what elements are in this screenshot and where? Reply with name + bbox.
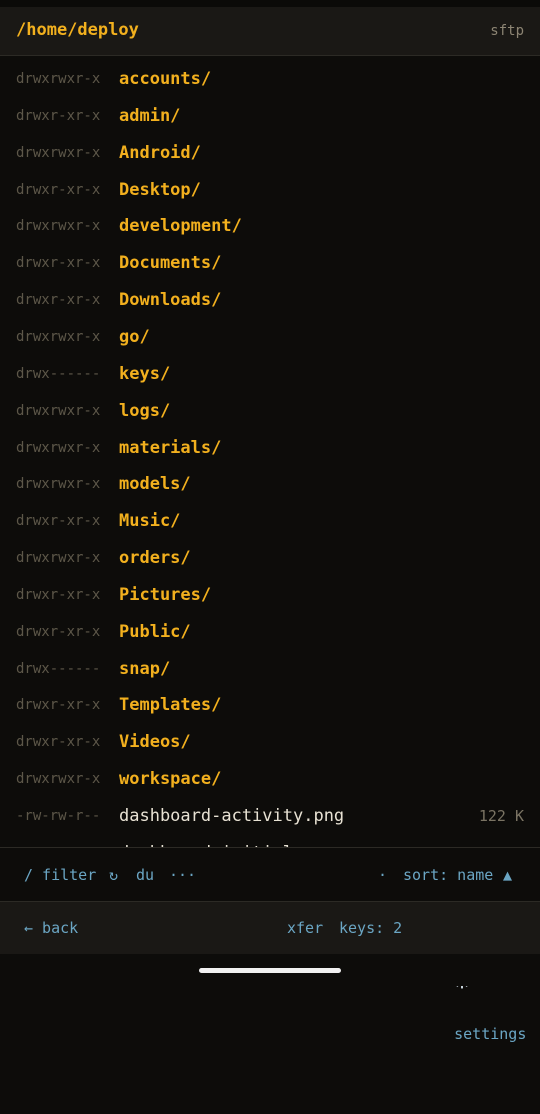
directory-row[interactable]: drwxr-xr-x Pictures/ [0,577,540,614]
directory-name[interactable]: workspace/ [119,761,221,798]
permissions-label: drwxr-xr-x [16,734,101,751]
more-icon[interactable]: ··· [169,848,196,902]
directory-name[interactable]: Videos/ [119,724,191,761]
permissions-label: drwxr-xr-x [16,697,101,714]
directory-name[interactable]: admin/ [119,98,180,135]
permissions-label: drwxrwxr-x [16,144,101,161]
directory-row[interactable]: drwxrwxr-x go/ [0,319,540,356]
directory-name[interactable]: Android/ [119,135,201,172]
settings-label: settings [454,1025,527,1043]
directory-name[interactable]: accounts/ [119,61,211,98]
permissions-label: -rw-rw-r-- [16,835,100,847]
directory-name[interactable]: Pictures/ [119,577,211,614]
permissions-label: drwxr-xr-x [16,255,101,272]
permissions-label: drwx------ [16,660,101,677]
directory-row[interactable]: drwxrwxr-x Android/ [0,135,540,172]
home-indicator[interactable] [199,968,341,973]
file-list: drwxrwxr-x accounts/drwxr-xr-x admin/drwxr… [0,56,540,847]
permissions-label: drwx------ [16,365,101,382]
directory-row[interactable]: drwxr-xr-x Desktop/ [0,172,540,209]
directory-row[interactable]: drwxr-xr-x admin/ [0,98,540,135]
filter-button[interactable]: / filter [24,848,96,902]
directory-row[interactable]: drwxrwxr-x models/ [0,466,540,503]
bottom-nav: ← back xfer keys: 2 settings [0,901,540,1043]
permissions-label: drwxrwxr-x [16,771,101,788]
permissions-label: drwxrwxr-x [16,328,101,345]
file-row[interactable]: -rw-rw-r-- dashboard-initial.png 98 K [0,835,540,847]
directory-row[interactable]: drwxr-xr-x Templates/ [0,687,540,724]
permissions-label: drwxr-xr-x [16,181,101,198]
permissions-label: drwxr-xr-x [16,292,101,309]
directory-row[interactable]: drwxrwxr-x development/ [0,208,540,245]
permissions-label: -rw-rw-r-- [16,808,101,824]
directory-row[interactable]: drwxrwxr-x materials/ [0,430,540,467]
permissions-label: drwxr-xr-x [16,586,101,603]
directory-row[interactable]: drwxrwxr-x orders/ [0,540,540,577]
du-button[interactable]: du [136,848,154,902]
status-bar [0,0,540,7]
permissions-label: drwxr-xr-x [16,513,101,530]
separator-dot: · [378,866,388,884]
directory-row[interactable]: drwxr-xr-x Videos/ [0,724,540,761]
permissions-label: drwxr-xr-x [16,107,101,124]
directory-name[interactable]: development/ [119,208,242,245]
directory-name[interactable]: logs/ [119,393,170,430]
directory-name[interactable]: materials/ [119,430,221,467]
directory-name[interactable]: Templates/ [119,687,221,724]
permissions-label: drwxrwxr-x [16,402,101,419]
back-button[interactable]: ← back [24,902,78,955]
directory-name[interactable]: snap/ [119,651,170,688]
file-size: 98 K [488,835,524,847]
directory-name[interactable]: go/ [119,319,150,356]
home-area [0,954,540,986]
directory-row[interactable]: drwxr-xr-x Documents/ [0,245,540,282]
settings-button[interactable]: settings [418,902,526,1114]
file-name[interactable]: dashboard-activity.png [119,798,344,835]
sort-button[interactable]: sort: name [403,848,493,902]
directory-row[interactable]: drwx------ snap/ [0,651,540,688]
directory-row[interactable]: drwxrwxr-x workspace/ [0,761,540,798]
current-path[interactable]: /home/deploy [16,7,139,53]
keys-button[interactable]: keys: 2 [339,902,402,955]
permissions-label: drwxrwxr-x [16,550,101,567]
directory-row[interactable]: drwxr-xr-x Music/ [0,503,540,540]
refresh-icon[interactable]: ↻ [109,848,118,902]
directory-row[interactable]: drwxr-xr-x Public/ [0,614,540,651]
file-row[interactable]: -rw-rw-r-- dashboard-activity.png 122 K [0,798,540,835]
directory-name[interactable]: Music/ [119,503,180,540]
permissions-label: drwxrwxr-x [16,218,101,235]
permissions-label: drwxrwxr-x [16,476,101,493]
directory-name[interactable]: keys/ [119,356,170,393]
file-name[interactable]: dashboard-initial.png [119,835,334,847]
directory-row[interactable]: drwx------ keys/ [0,356,540,393]
directory-row[interactable]: drwxr-xr-x Downloads/ [0,282,540,319]
directory-name[interactable]: Desktop/ [119,172,201,209]
toolbar: / filter ↻ du ··· · sort: name ▲ [0,847,540,902]
directory-name[interactable]: Downloads/ [119,282,221,319]
permissions-label: drwxr-xr-x [16,623,101,640]
directory-name[interactable]: Public/ [119,614,191,651]
permissions-label: drwxrwxr-x [16,439,101,456]
protocol-label: sftp [490,23,524,39]
directory-row[interactable]: drwxrwxr-x accounts/ [0,61,540,98]
sort-direction-icon[interactable]: ▲ [503,848,512,902]
directory-name[interactable]: models/ [119,466,191,503]
header-bar: /home/deploy sftp [0,7,540,56]
directory-name[interactable]: Documents/ [119,245,221,282]
directory-row[interactable]: drwxrwxr-x logs/ [0,393,540,430]
permissions-label: drwxrwxr-x [16,71,101,87]
directory-name[interactable]: orders/ [119,540,191,577]
xfer-button[interactable]: xfer [287,902,323,955]
file-size: 122 K [478,807,524,825]
